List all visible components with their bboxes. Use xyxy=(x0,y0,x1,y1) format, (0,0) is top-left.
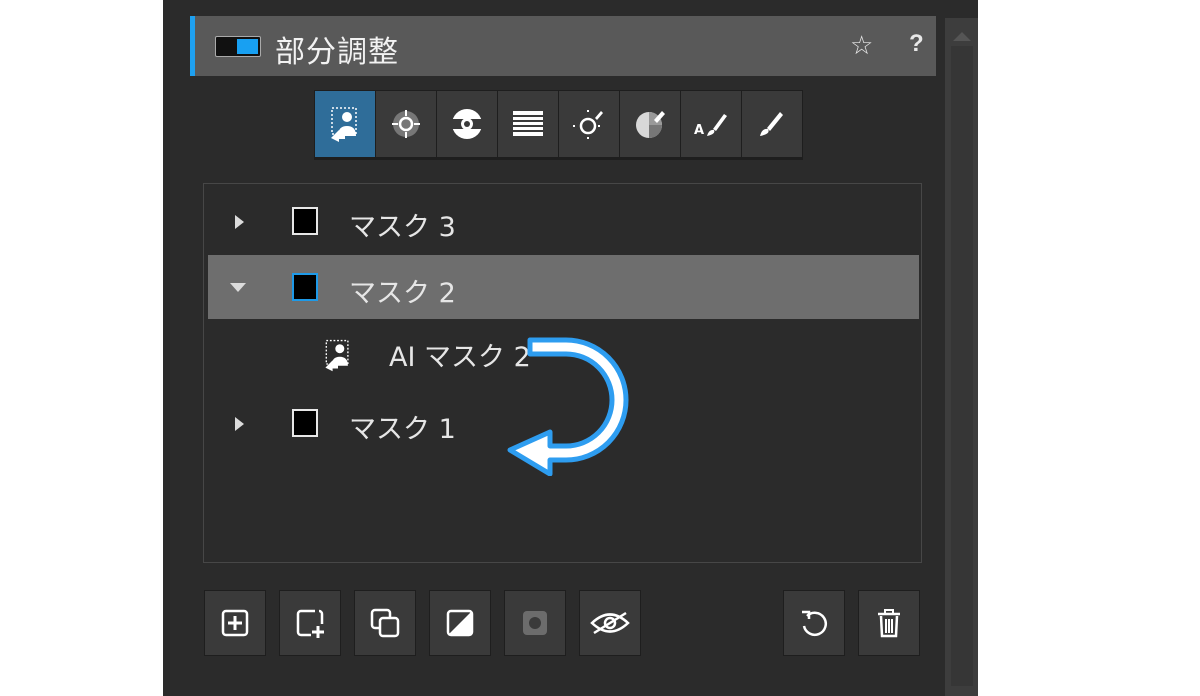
reset-icon xyxy=(802,610,828,636)
expand-arrow-icon[interactable] xyxy=(235,417,244,431)
tool-auto-brush[interactable]: A xyxy=(681,91,741,157)
linear-gradient-icon xyxy=(513,111,543,136)
mask-overlay-button[interactable] xyxy=(504,590,566,656)
control-point-icon xyxy=(392,110,420,138)
duplicate-icon xyxy=(370,608,400,638)
mask-thumbnail xyxy=(292,273,318,301)
trash-icon xyxy=(878,609,900,638)
overlay-icon xyxy=(523,611,547,635)
eye-hidden-icon xyxy=(590,611,630,635)
curved-return-arrow-icon xyxy=(507,337,629,476)
scroll-thumb[interactable] xyxy=(951,46,973,686)
ai-person-mask-icon xyxy=(331,107,357,142)
invert-button[interactable] xyxy=(429,590,491,656)
reset-button[interactable] xyxy=(783,590,845,656)
collapse-arrow-icon[interactable] xyxy=(230,283,246,292)
add-submask-button[interactable] xyxy=(279,590,341,656)
star-icon[interactable]: ☆ xyxy=(850,30,873,60)
toggle-visibility-button[interactable] xyxy=(579,590,641,656)
delete-button[interactable] xyxy=(858,590,920,656)
color-range-icon xyxy=(636,111,665,138)
add-mask-button[interactable] xyxy=(204,590,266,656)
auto-brush-icon: A xyxy=(694,114,727,138)
tool-radial-gradient[interactable] xyxy=(437,91,497,157)
tool-ai-mask[interactable] xyxy=(315,91,375,157)
panel-scrollbar[interactable] xyxy=(945,18,978,696)
tool-luminance-range[interactable] xyxy=(559,91,619,157)
tool-brush[interactable] xyxy=(742,91,802,157)
mask-label: マスク 2 xyxy=(349,278,456,309)
panel-header[interactable]: 部分調整 ☆ ? xyxy=(190,16,936,76)
svg-text:A: A xyxy=(694,123,704,138)
mask-thumbnail xyxy=(292,409,318,437)
panel-toggle-switch[interactable] xyxy=(215,36,261,57)
add-layer-icon xyxy=(296,609,324,638)
luminance-range-icon xyxy=(573,110,603,142)
mask-row-3[interactable]: マスク 3 xyxy=(208,189,919,253)
ai-person-mask-icon xyxy=(325,339,349,372)
brush-icon xyxy=(760,112,783,136)
mask-tool-strip: A xyxy=(314,90,803,160)
mask-thumbnail xyxy=(292,207,318,235)
tool-color-range[interactable] xyxy=(620,91,680,157)
mask-label: マスク 1 xyxy=(349,414,456,445)
scroll-up-arrow-icon[interactable] xyxy=(953,32,971,41)
mask-row-2[interactable]: マスク 2 xyxy=(208,255,919,319)
expand-arrow-icon[interactable] xyxy=(235,215,244,229)
radial-gradient-icon xyxy=(452,109,482,139)
invert-icon xyxy=(446,609,474,637)
tool-control-point[interactable] xyxy=(376,91,436,157)
duplicate-button[interactable] xyxy=(354,590,416,656)
help-icon[interactable]: ? xyxy=(909,29,924,59)
panel-title: 部分調整 xyxy=(275,35,399,70)
tool-linear-gradient[interactable] xyxy=(498,91,558,157)
plus-square-icon xyxy=(221,609,249,637)
mask-label: マスク 3 xyxy=(349,212,456,243)
